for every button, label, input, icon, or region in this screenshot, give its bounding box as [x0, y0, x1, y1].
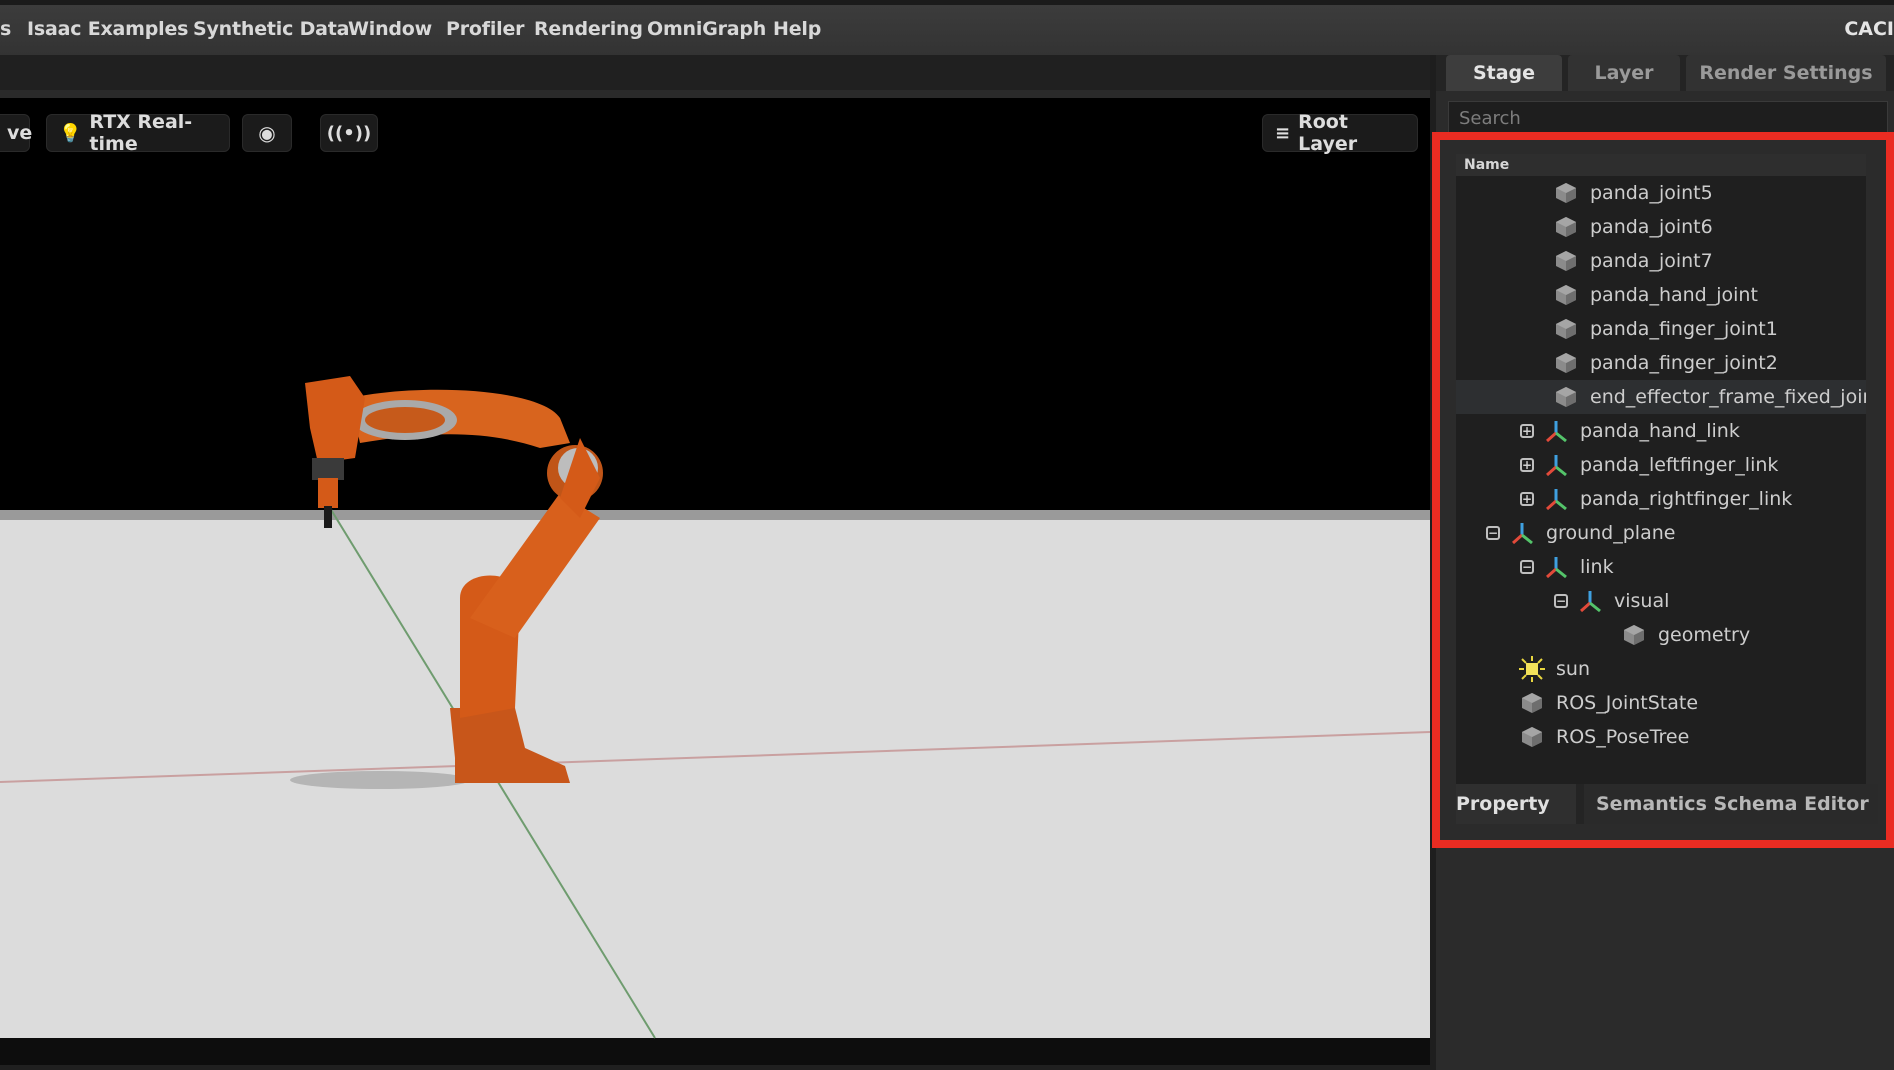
- expand-icon[interactable]: +: [1520, 424, 1534, 438]
- tree-row[interactable]: panda_joint7: [1456, 244, 1866, 278]
- tab-render-settings[interactable]: Render Settings: [1686, 55, 1886, 91]
- stage-tree[interactable]: Name panda_joint5 panda_joint6 panda_joi…: [1456, 154, 1866, 784]
- menu-bar: s Isaac Examples Synthetic Data Window P…: [0, 0, 1894, 55]
- xform-icon: [1512, 523, 1533, 545]
- tree-row[interactable]: sun: [1456, 652, 1866, 686]
- menu-synthetic-data[interactable]: Synthetic Data: [193, 18, 349, 40]
- menu-item-cut[interactable]: s: [0, 18, 11, 40]
- cube-icon: [1522, 693, 1542, 713]
- cube-icon: [1556, 251, 1576, 271]
- menu-rendering[interactable]: Rendering: [534, 18, 643, 40]
- xform-icon: [1546, 421, 1567, 443]
- tree-row-label: panda_joint7: [1590, 250, 1713, 272]
- tab-property[interactable]: Property: [1456, 784, 1576, 824]
- tree-row[interactable]: panda_joint5: [1456, 176, 1866, 210]
- visibility-button[interactable]: ◉: [242, 114, 292, 152]
- tab-layer[interactable]: Layer: [1568, 55, 1680, 91]
- tab-stage[interactable]: Stage: [1446, 55, 1562, 91]
- tree-row[interactable]: panda_finger_joint2: [1456, 346, 1866, 380]
- broadcast-icon: ((•)): [326, 122, 372, 144]
- xform-icon: [1580, 591, 1601, 613]
- tree-row[interactable]: panda_finger_joint1: [1456, 312, 1866, 346]
- menu-help[interactable]: Help: [773, 18, 821, 40]
- tree-row-label: visual: [1614, 590, 1670, 612]
- tree-row[interactable]: ROS_JointState: [1456, 686, 1866, 720]
- expand-icon[interactable]: +: [1520, 458, 1534, 472]
- cube-icon: [1556, 353, 1576, 373]
- tree-row-label: sun: [1556, 658, 1590, 680]
- lightbulb-icon: 💡: [59, 122, 82, 144]
- xform-icon: [1546, 489, 1567, 511]
- bottom-tabbar: Property Semantics Schema Editor: [1456, 784, 1878, 824]
- tree-row-label: end_effector_frame_fixed_joint: [1590, 386, 1866, 408]
- stage-tabbar: Stage Layer Render Settings: [1436, 55, 1894, 91]
- tree-row[interactable]: + panda_hand_link: [1456, 414, 1866, 448]
- cube-icon: [1624, 625, 1644, 645]
- tree-row[interactable]: − ground_plane: [1456, 516, 1866, 550]
- tree-row-label: ROS_PoseTree: [1556, 726, 1690, 748]
- xform-icon: [1546, 455, 1567, 477]
- tree-row-label: panda_hand_link: [1580, 420, 1740, 442]
- cube-icon: [1556, 285, 1576, 305]
- tree-row[interactable]: + panda_rightfinger_link: [1456, 482, 1866, 516]
- viewport-cut-button[interactable]: ve: [0, 114, 33, 152]
- tree-row[interactable]: panda_hand_joint: [1456, 278, 1866, 312]
- tree-row-selected[interactable]: end_effector_frame_fixed_joint: [1456, 380, 1866, 414]
- cube-icon: [1556, 183, 1576, 203]
- tree-row[interactable]: panda_joint6: [1456, 210, 1866, 244]
- cube-icon: [1522, 727, 1542, 747]
- menu-omnigraph[interactable]: OmniGraph: [647, 18, 766, 40]
- expand-icon[interactable]: +: [1520, 492, 1534, 506]
- tree-row-label: ground_plane: [1546, 522, 1676, 544]
- tree-row[interactable]: − visual: [1456, 584, 1866, 618]
- viewport-cut-label: ve: [7, 122, 33, 144]
- tree-row-label: panda_finger_joint1: [1590, 318, 1778, 340]
- scene-render: [0, 376, 1430, 1065]
- rtx-realtime-button[interactable]: 💡 RTX Real-time: [46, 111, 230, 155]
- xform-icon: [1546, 557, 1567, 579]
- tree-row-label: panda_hand_joint: [1590, 284, 1758, 306]
- tree-row-label: ROS_JointState: [1556, 692, 1699, 714]
- tree-row[interactable]: ROS_PoseTree: [1456, 720, 1866, 754]
- tree-row-label: geometry: [1658, 624, 1751, 646]
- name-column-header[interactable]: Name: [1456, 154, 1866, 176]
- tree-row-label: panda_rightfinger_link: [1580, 488, 1793, 510]
- menu-isaac-examples[interactable]: Isaac Examples: [27, 18, 188, 40]
- broadcast-button[interactable]: ((•)): [320, 114, 378, 152]
- layers-icon: ≡: [1275, 122, 1291, 144]
- tree-row[interactable]: + panda_leftfinger_link: [1456, 448, 1866, 482]
- tab-semantics-schema-editor[interactable]: Semantics Schema Editor: [1584, 784, 1878, 824]
- menu-right-label: CACI: [1844, 18, 1894, 40]
- rtx-label: RTX Real-time: [89, 111, 193, 155]
- light-icon: [1519, 656, 1545, 682]
- tree-row[interactable]: − link: [1456, 550, 1866, 584]
- cube-icon: [1556, 319, 1576, 339]
- tree-row[interactable]: geometry: [1456, 618, 1866, 652]
- stage-search-input[interactable]: Search: [1448, 101, 1888, 135]
- cube-icon: [1556, 217, 1576, 237]
- collapse-icon[interactable]: −: [1554, 594, 1568, 608]
- root-layer-label: Root Layer: [1298, 111, 1358, 155]
- viewport[interactable]: ve 💡 RTX Real-time ◉ ((•)) ≡ Root Layer: [0, 90, 1430, 1065]
- tree-row-label: link: [1580, 556, 1614, 578]
- cube-icon: [1556, 387, 1576, 407]
- tree-row-label: panda_leftfinger_link: [1580, 454, 1779, 476]
- tree-row-label: panda_finger_joint2: [1590, 352, 1778, 374]
- collapse-icon[interactable]: −: [1486, 526, 1500, 540]
- tree-row-label: panda_joint5: [1590, 182, 1713, 204]
- root-layer-button[interactable]: ≡ Root Layer: [1262, 111, 1418, 155]
- tree-row-label: panda_joint6: [1590, 216, 1713, 238]
- menu-window[interactable]: Window: [348, 18, 432, 40]
- menu-profiler[interactable]: Profiler: [446, 18, 524, 40]
- eye-icon: ◉: [258, 121, 276, 145]
- collapse-icon[interactable]: −: [1520, 560, 1534, 574]
